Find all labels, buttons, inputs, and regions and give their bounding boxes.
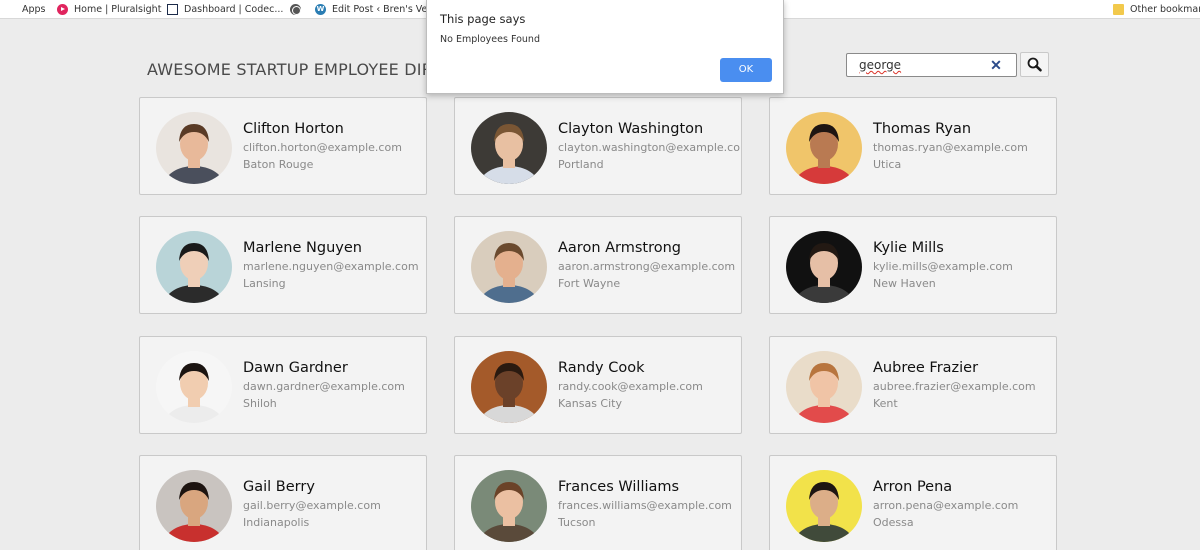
search-button[interactable] [1020,52,1049,77]
pluralsight-icon [57,4,68,15]
avatar [156,231,232,303]
bookmark-pluralsight-label: Home | Pluralsight [74,4,162,15]
employee-card[interactable]: Randy Cook randy.cook@example.com Kansas C… [454,336,742,434]
avatar-photo [786,112,862,184]
bookmark-apps[interactable]: Apps [5,0,46,19]
employee-city: Tucson [558,516,596,529]
employee-name: Marlene Nguyen [243,240,362,256]
avatar [786,231,862,303]
employee-name: Aaron Armstrong [558,240,682,256]
avatar-photo [786,231,862,303]
search-icon [1027,57,1042,72]
employee-card[interactable]: Clayton Washington clayton.washington@exa… [454,97,742,195]
bookmark-pluralsight[interactable]: Home | Pluralsight [57,0,161,19]
bookmark-apps-label: Apps [22,4,46,15]
avatar-photo [156,351,232,423]
employee-card[interactable]: Gail Berry gail.berry@example.com Indianap… [139,455,427,550]
employee-email: kylie.mills@example.com [873,260,1013,273]
avatar-photo [786,351,862,423]
employee-name: Clifton Horton [243,121,344,137]
avatar [786,351,862,423]
employee-email: clayton.washington@example.com [558,141,742,154]
employee-name: Gail Berry [243,479,315,495]
employee-name: Kylie Mills [873,240,944,256]
avatar-photo [156,112,232,184]
employee-card[interactable]: Aaron Armstrong aaron.armstrong@example.c… [454,216,742,314]
clear-icon[interactable]: ✕ [989,58,1003,72]
bookmark-edit-post-label: Edit Post ‹ Bren's Ve... [332,4,437,15]
avatar [471,470,547,542]
employee-email: randy.cook@example.com [558,380,703,393]
employee-name: Dawn Gardner [243,360,348,376]
globe-icon [290,4,301,15]
bookmark-codecademy-label: Dashboard | Codec... [184,4,284,15]
employee-city: Indianapolis [243,516,310,529]
employee-city: Utica [873,158,902,171]
wordpress-icon: W [315,4,326,15]
employee-city: Fort Wayne [558,277,621,290]
employee-card[interactable]: Marlene Nguyen marlene.nguyen@example.com… [139,216,427,314]
apps-grid-icon [5,4,16,15]
employee-email: arron.pena@example.com [873,499,1019,512]
avatar [471,231,547,303]
avatar-photo [471,351,547,423]
employee-city: Portland [558,158,604,171]
employee-email: aubree.frazier@example.com [873,380,1036,393]
bookmark-codecademy[interactable]: Dashboard | Codec... [167,0,283,19]
avatar-photo [471,112,547,184]
employee-city: Odessa [873,516,914,529]
employee-card[interactable]: Kylie Mills kylie.mills@example.com New Ha… [769,216,1057,314]
employee-card[interactable]: Frances Williams frances.williams@example… [454,455,742,550]
avatar [786,112,862,184]
avatar-photo [471,470,547,542]
avatar [471,112,547,184]
avatar [156,112,232,184]
alert-dialog: This page says No Employees Found OK [426,0,784,94]
employee-card[interactable]: Thomas Ryan thomas.ryan@example.com Utica [769,97,1057,195]
folder-icon [1113,4,1124,15]
employee-city: Kansas City [558,397,622,410]
employee-name: Frances Williams [558,479,680,495]
employee-email: marlene.nguyen@example.com [243,260,419,273]
avatar-photo [156,231,232,303]
avatar-photo [156,470,232,542]
bookmark-globe[interactable] [290,0,307,19]
dialog-title: This page says [440,12,526,26]
employee-city: Shiloh [243,397,277,410]
avatar [786,470,862,542]
employee-city: Kent [873,397,898,410]
bookmark-edit-post[interactable]: W Edit Post ‹ Bren's Ve... [315,0,436,19]
employee-email: aaron.armstrong@example.com [558,260,736,273]
employee-name: Thomas Ryan [873,121,972,137]
employee-city: Baton Rouge [243,158,314,171]
employee-name: Clayton Washington [558,121,704,137]
avatar [156,351,232,423]
employee-email: gail.berry@example.com [243,499,381,512]
avatar-photo [786,470,862,542]
avatar [156,470,232,542]
employee-card[interactable]: Dawn Gardner dawn.gardner@example.com Shil… [139,336,427,434]
employee-email: thomas.ryan@example.com [873,141,1028,154]
employee-card[interactable]: Arron Pena arron.pena@example.com Odessa [769,455,1057,550]
avatar [471,351,547,423]
employee-name: Randy Cook [558,360,645,376]
ok-button[interactable]: OK [720,58,772,82]
employee-city: New Haven [873,277,936,290]
avatar-photo [471,231,547,303]
employee-name: Aubree Frazier [873,360,979,376]
codecademy-icon [167,4,178,15]
dialog-message: No Employees Found [440,34,540,45]
employee-city: Lansing [243,277,286,290]
employee-card[interactable]: Clifton Horton clifton.horton@example.com… [139,97,427,195]
employee-email: clifton.horton@example.com [243,141,402,154]
bookmark-other[interactable]: Other bookmarks [1113,0,1200,19]
employee-card[interactable]: Aubree Frazier aubree.frazier@example.com… [769,336,1057,434]
bookmark-other-label: Other bookmarks [1130,4,1200,15]
search-input-value: george [859,58,902,72]
employee-email: frances.williams@example.com [558,499,732,512]
employee-name: Arron Pena [873,479,953,495]
employee-email: dawn.gardner@example.com [243,380,405,393]
